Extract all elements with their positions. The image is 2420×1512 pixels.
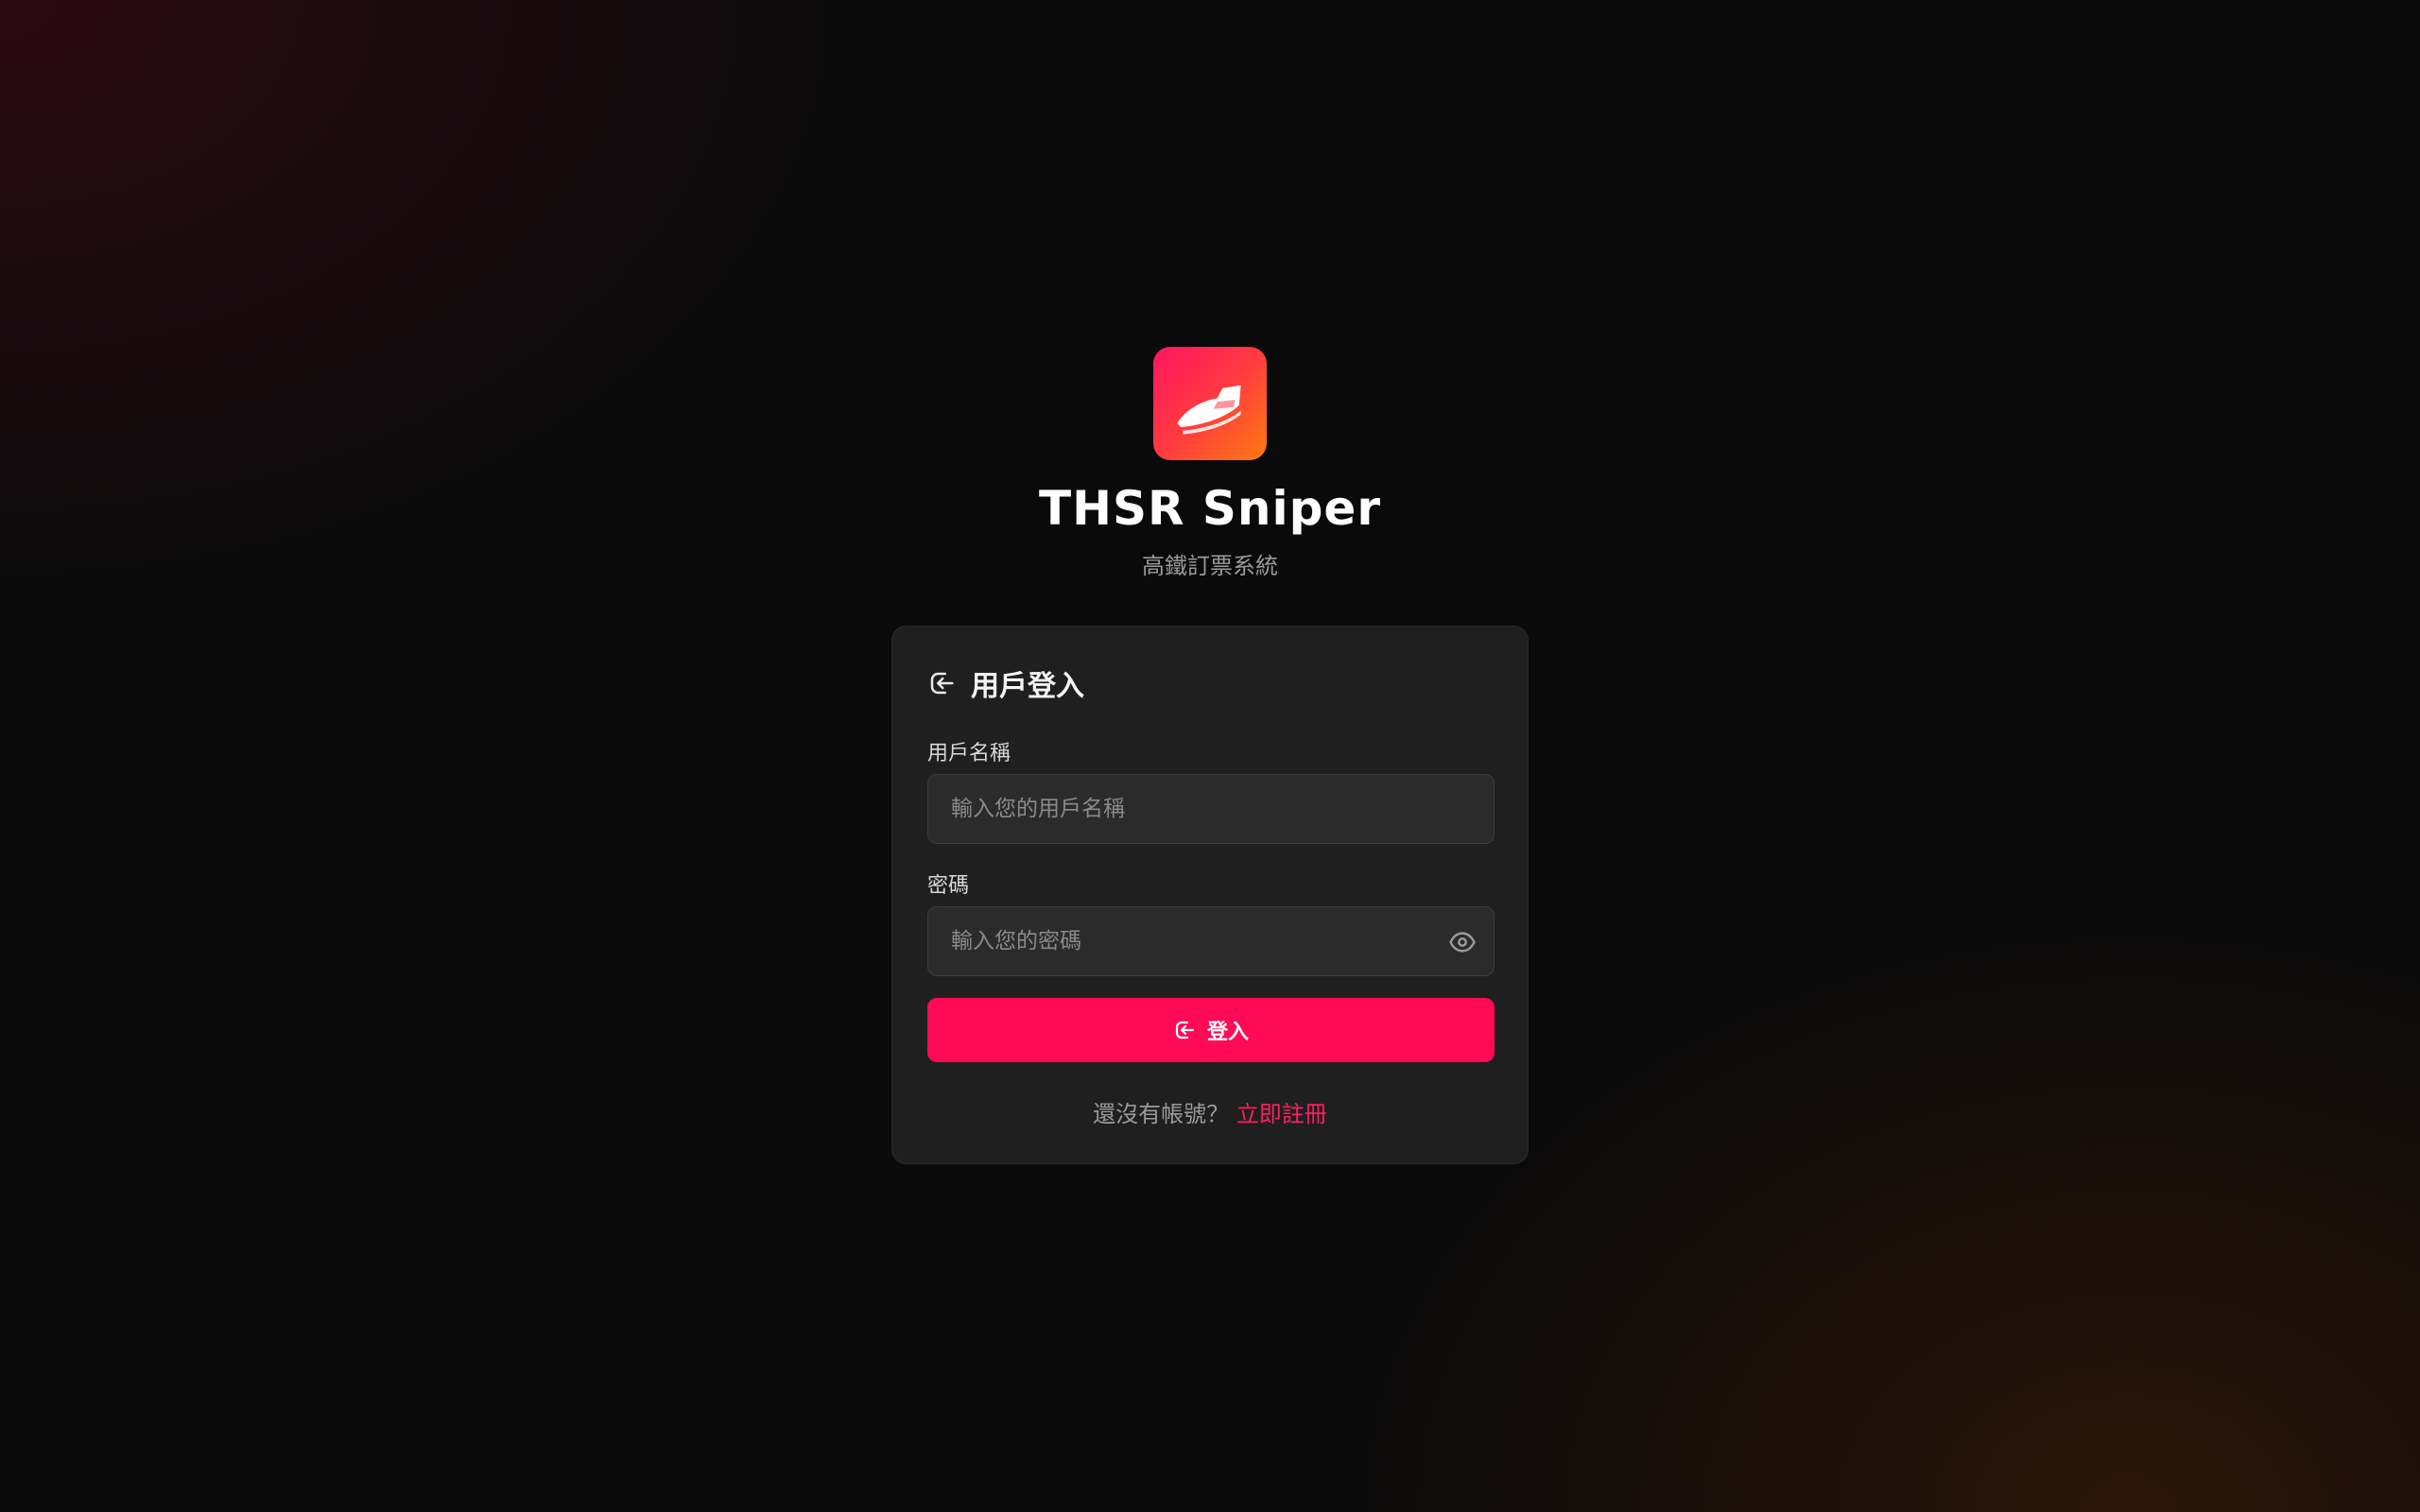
username-field-wrapper	[927, 774, 1495, 844]
app-logo	[1153, 347, 1267, 460]
brand-header: THSR Sniper 高鐵訂票系統	[0, 347, 2420, 580]
login-icon	[930, 672, 954, 695]
eye-icon[interactable]	[1448, 928, 1477, 956]
username-label: 用戶名稱	[927, 742, 1011, 765]
password-label: 密碼	[927, 874, 970, 898]
login-title: 用戶登入	[971, 670, 1084, 703]
login-page: THSR Sniper 高鐵訂票系統 用戶登入 用戶名稱 密碼	[0, 0, 2420, 1512]
login-button[interactable]: 登入	[927, 998, 1495, 1062]
signup-prompt: 還沒有帳號？	[1093, 1101, 1230, 1127]
app-title: THSR Sniper	[1039, 481, 1381, 536]
app-subtitle: 高鐵訂票系統	[1142, 553, 1278, 579]
login-icon	[1175, 1021, 1195, 1040]
train-icon	[1177, 385, 1241, 435]
username-input[interactable]	[928, 775, 1494, 843]
login-card-header: 用戶登入	[927, 662, 1084, 704]
password-input[interactable]	[928, 907, 1494, 975]
signup-link[interactable]: 立即註冊	[1236, 1101, 1327, 1127]
signup-row: 還沒有帳號？ 立即註冊	[892, 1095, 1528, 1128]
login-button-label: 登入	[1206, 1021, 1249, 1044]
login-card: 用戶登入 用戶名稱 密碼 登入 還沒有帳號？ 立即註冊	[891, 626, 1529, 1164]
password-field-wrapper	[927, 906, 1495, 976]
